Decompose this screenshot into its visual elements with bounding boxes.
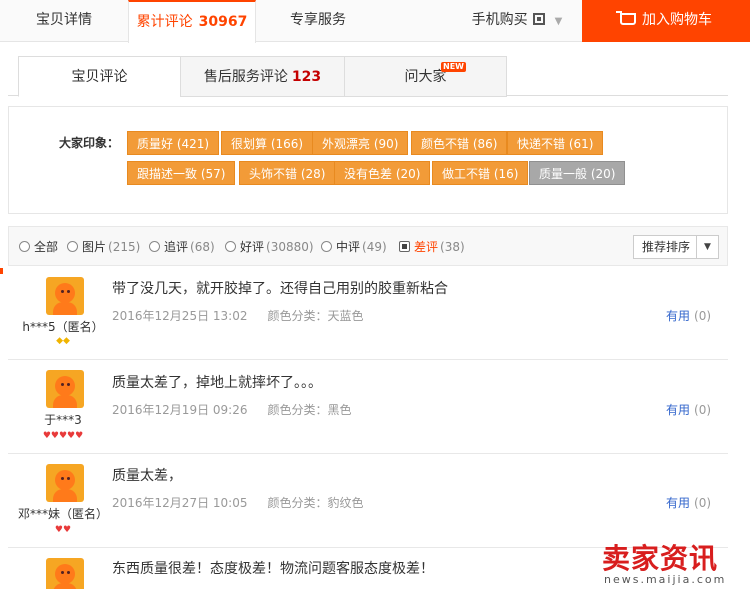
user-avatar: [46, 370, 84, 408]
impression-tag[interactable]: 没有色差 (20): [334, 161, 431, 185]
review-sku: 颜色分类：豹纹色: [267, 496, 364, 510]
filter-good[interactable]: 好评 (30880): [225, 239, 314, 255]
review-content: 质量太差了，掉地上就摔坏了。。。: [112, 375, 322, 391]
filter-pics[interactable]: 图片 (215): [67, 239, 140, 255]
filter-bad-count: (38): [440, 240, 465, 254]
filter-followup[interactable]: 追评 (68): [149, 239, 215, 255]
radio-icon: [67, 241, 78, 252]
review-subtabs: 宝贝评论 售后服务评论 123 问大家 NEW: [8, 56, 728, 97]
mobile-buy-label: 手机购买: [471, 12, 528, 28]
tab-reviews-label: 累计评论: [136, 14, 193, 30]
review-sku: 颜色分类：黑色: [267, 403, 352, 417]
radio-icon: [19, 241, 30, 252]
impression-tag[interactable]: 颜色不错 (86): [411, 131, 508, 155]
subtab-after-sales-reviews[interactable]: 售后服务评论 123: [180, 56, 345, 97]
filter-good-label: 好评: [240, 240, 265, 254]
subtab-after-sales-label: 售后服务评论: [203, 69, 288, 85]
useful-label: 有用: [666, 403, 691, 417]
filter-bad[interactable]: 差评 (38): [399, 239, 465, 255]
filter-followup-label: 追评: [164, 240, 189, 254]
watermark-logo: 卖家资讯 news.maijia.com: [600, 537, 748, 587]
user-avatar: [46, 277, 84, 315]
radio-icon: [149, 241, 160, 252]
review-item: 邓***妹（匿名） ♥♥ 质量太差， 2016年12月27日 10:05 颜色分类…: [8, 454, 728, 548]
filter-medium[interactable]: 中评 (49): [321, 239, 387, 255]
user-level-icon: ◆◆: [56, 336, 70, 346]
tab-exclusive-service[interactable]: 专享服务: [257, 0, 379, 42]
impression-tag[interactable]: 跟描述一致 (57): [127, 161, 236, 185]
review-date: 2016年12月25日 13:02: [112, 309, 248, 323]
impressions-panel: 大家印象： 质量好 (421) 很划算 (166) 外观漂亮 (90) 颜色不错…: [8, 106, 728, 214]
new-badge: NEW: [441, 62, 466, 72]
subtab-product-reviews[interactable]: 宝贝评论: [18, 56, 181, 97]
user-level-icon: ♥♥♥♥♥: [42, 431, 84, 441]
reviewer-name: h***5（匿名）: [22, 320, 104, 334]
review-sku: 颜色分类：天蓝色: [267, 309, 364, 323]
filter-all[interactable]: 全部: [19, 239, 58, 255]
add-to-cart-button[interactable]: 加入购物车: [582, 0, 750, 42]
useful-button[interactable]: 有用 (0): [666, 307, 711, 324]
review-content: 带了没几天，就开胶掉了。还得自己用别的胶重新粘合: [112, 281, 448, 297]
review-content: 东西质量很差！态度极差！物流问题客服态度极差！: [112, 561, 434, 577]
left-accent: [0, 268, 3, 274]
subtab-ask-all-label: 问大家: [404, 69, 447, 85]
watermark-title: 卖家资讯: [602, 542, 719, 575]
chevron-down-icon: ▼: [554, 16, 563, 27]
user-avatar: [46, 558, 84, 589]
user-level-icon: ♥♥: [54, 525, 72, 535]
filter-bad-label: 差评: [414, 240, 439, 254]
filter-all-label: 全部: [34, 240, 59, 254]
impression-tag[interactable]: 做工不错 (16): [432, 161, 529, 185]
radio-icon: [321, 241, 332, 252]
impression-tag[interactable]: 外观漂亮 (90): [312, 131, 409, 155]
impression-tag-negative[interactable]: 质量一般 (20): [529, 161, 626, 185]
top-nav-bar: 宝贝详情 累计评论 30967 专享服务 手机购买 ▼ 加入购物车: [0, 0, 750, 43]
filter-pics-count: (215): [108, 240, 141, 254]
watermark-url: news.maijia.com: [604, 573, 727, 586]
reviewer-name: 于***3: [44, 413, 82, 427]
impression-tag[interactable]: 快递不错 (61): [507, 131, 604, 155]
filter-medium-count: (49): [362, 240, 387, 254]
useful-count: (0): [694, 309, 712, 323]
review-date: 2016年12月19日 09:26: [112, 403, 248, 417]
filter-pics-label: 图片: [82, 240, 107, 254]
filter-followup-count: (68): [190, 240, 215, 254]
review-item: 于***3 ♥♥♥♥♥ 质量太差了，掉地上就摔坏了。。。 2016年12月19日…: [8, 360, 728, 454]
impressions-label: 大家印象：: [59, 136, 120, 150]
radio-icon: [225, 241, 236, 252]
review-item: h***5（匿名） ◆◆ 带了没几天，就开胶掉了。还得自己用别的胶重新粘合 20…: [8, 267, 728, 360]
impression-tag[interactable]: 很划算 (166): [221, 131, 314, 155]
sort-dropdown[interactable]: 推荐排序 ▼: [633, 235, 719, 259]
user-avatar: [46, 464, 84, 502]
review-meta: 2016年12月27日 10:05 颜色分类：豹纹色: [112, 494, 364, 511]
radio-checked-icon: [399, 241, 410, 252]
impression-tag[interactable]: 质量好 (421): [127, 131, 220, 155]
tab-reviews-count: 30967: [198, 14, 248, 30]
review-filter-bar: 全部 图片 (215) 追评 (68) 好评 (30880) 中评 (49) 差评 (38…: [8, 226, 728, 266]
reviewer-name: 邓***妹（匿名）: [17, 507, 108, 521]
useful-label: 有用: [666, 496, 691, 510]
review-date: 2016年12月27日 10:05: [112, 496, 248, 510]
cart-icon: [616, 11, 636, 25]
impression-tag[interactable]: 头饰不错 (28): [239, 161, 336, 185]
filter-good-count: (30880): [266, 240, 314, 254]
useful-button[interactable]: 有用 (0): [666, 401, 711, 418]
useful-count: (0): [694, 496, 712, 510]
mobile-buy-button[interactable]: 手机购买 ▼: [462, 0, 572, 42]
tab-product-detail[interactable]: 宝贝详情: [0, 0, 128, 42]
filter-medium-label: 中评: [336, 240, 361, 254]
subtab-after-sales-count: 123: [291, 69, 322, 85]
chevron-down-icon: ▼: [696, 236, 718, 258]
useful-count: (0): [694, 403, 712, 417]
sort-label: 推荐排序: [642, 240, 691, 254]
subtab-ask-all[interactable]: 问大家 NEW: [344, 56, 507, 97]
qr-code-icon: [532, 13, 545, 25]
review-meta: 2016年12月25日 13:02 颜色分类：天蓝色: [112, 307, 364, 324]
useful-label: 有用: [666, 309, 691, 323]
review-content: 质量太差，: [112, 468, 182, 484]
review-meta: 2016年12月19日 09:26 颜色分类：黑色: [112, 401, 352, 418]
add-to-cart-label: 加入购物车: [642, 12, 712, 28]
tab-reviews[interactable]: 累计评论 30967: [128, 0, 256, 43]
useful-button[interactable]: 有用 (0): [666, 494, 711, 511]
